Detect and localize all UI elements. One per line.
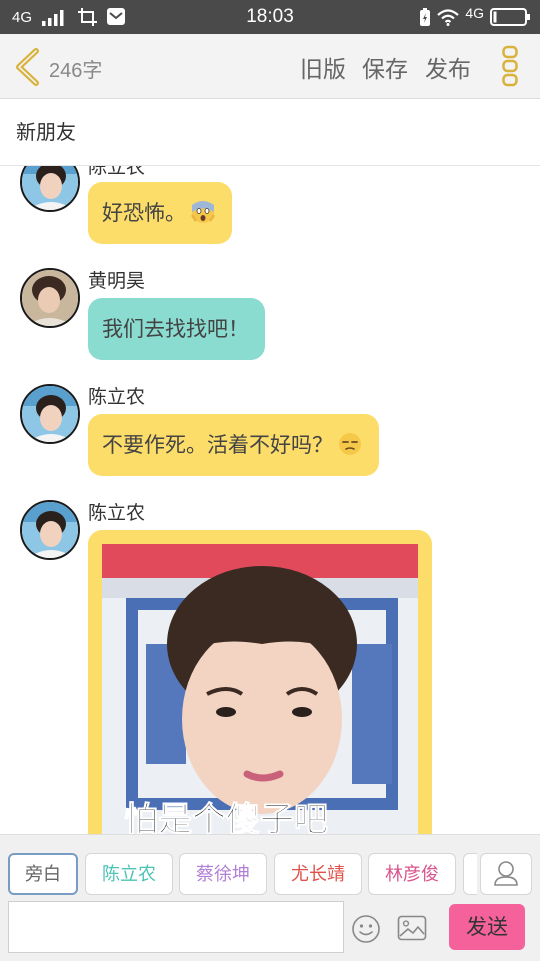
sender-name: 陈立农	[88, 502, 146, 524]
avatar-huang-minghao[interactable]	[20, 268, 80, 328]
meme-caption: 怕是个傻子吧	[124, 800, 329, 835]
message-bubble[interactable]: 好恐怖。	[88, 182, 232, 244]
scream-emoji-icon	[190, 201, 216, 223]
meme-photo[interactable]	[102, 544, 418, 834]
message-bubble[interactable]: 我们去找找吧！	[88, 298, 265, 360]
message-text: 好恐怖。	[102, 201, 186, 225]
character-chip[interactable]: 蔡徐坤	[179, 853, 267, 895]
character-chip-narrator[interactable]: 旁白	[8, 853, 78, 895]
send-button[interactable]: 发送	[449, 904, 525, 950]
chip-label: 陈立农	[102, 864, 156, 885]
message-bubble[interactable]: 不要作死。活着不好吗？	[88, 414, 379, 476]
sender-name: 陈立农	[88, 386, 146, 408]
character-chip[interactable]: 陈立农	[85, 853, 173, 895]
editor-top-bar: 246字 旧版 保存 发布	[0, 34, 540, 99]
chip-label: 林彦俊	[385, 864, 439, 885]
chat-message-list[interactable]: 陈立农 好恐怖。 黄明昊 我们去找找吧！ 陈立农 不要作死。活着不好吗？ 陈立农…	[0, 166, 540, 834]
image-message-bubble[interactable]: 怕是个傻子吧	[88, 530, 432, 834]
chat-title: 新朋友	[16, 120, 76, 144]
avatar-chen-lining[interactable]	[20, 500, 80, 560]
character-chip[interactable]: 林彦俊	[368, 853, 456, 895]
compose-panel: 旁白 陈立农 蔡徐坤 尤长靖 林彦俊 发送	[0, 834, 540, 961]
sender-name: 陈立农	[88, 166, 146, 178]
chip-label: 尤长靖	[291, 864, 345, 885]
add-character-button[interactable]	[480, 853, 532, 895]
unamused-emoji-icon	[339, 433, 361, 455]
status-right-group: 4G	[419, 5, 530, 28]
word-count: 246字	[49, 60, 103, 82]
character-chip-overflow[interactable]	[463, 853, 477, 895]
charging-icon	[420, 8, 431, 26]
publish-button[interactable]: 发布	[425, 50, 471, 84]
message-text: 不要作死。活着不好吗？	[102, 433, 333, 457]
chat-header: 新朋友	[0, 99, 540, 166]
smiley-icon[interactable]	[351, 914, 381, 944]
chip-label: 蔡徐坤	[196, 864, 250, 885]
sender-name: 黄明昊	[88, 270, 146, 292]
old-version-button[interactable]: 旧版	[300, 50, 346, 84]
message-text: 我们去找找吧！	[102, 317, 249, 341]
more-options-icon[interactable]	[500, 44, 520, 88]
save-button[interactable]: 保存	[362, 50, 408, 84]
avatar-chen-lining[interactable]	[20, 384, 80, 444]
character-chip[interactable]: 尤长靖	[274, 853, 362, 895]
message-input[interactable]	[8, 901, 344, 953]
avatar-chen-lining[interactable]	[20, 166, 80, 212]
person-icon	[494, 861, 518, 886]
image-picker-icon[interactable]	[397, 915, 427, 941]
network-type-right: 4G	[465, 5, 484, 21]
chip-label: 旁白	[25, 864, 61, 885]
status-bar: 4G 18:03 4G	[0, 0, 540, 34]
back-arrow-icon[interactable]	[12, 48, 42, 86]
battery-icon	[490, 8, 530, 26]
wifi-icon	[437, 8, 460, 26]
